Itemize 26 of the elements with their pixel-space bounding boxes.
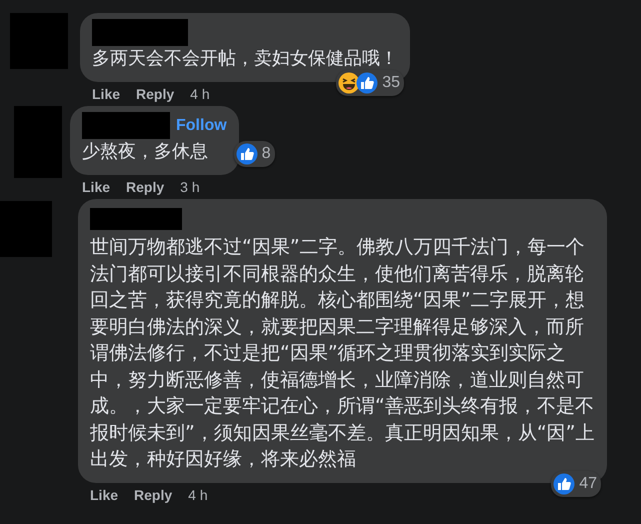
redacted-avatar — [0, 201, 52, 257]
thumbs-up-icon — [236, 143, 258, 165]
like-link[interactable]: Like — [82, 179, 110, 195]
reply-link[interactable]: Reply — [136, 86, 174, 102]
reaction-count: 47 — [579, 474, 597, 492]
comment-text: 世间万物都逃不过“因果”二字。佛教八万四千法门，每一个法门都可以接引不同根器的众生，使他们离苦得乐，脱离轮回之苦，获得究竟的解脱。核心都围绕“因果”二字展开，想要明白佛法的深义，就要把因果二字理解得足够深入，而所谓佛法修行，不过是把“因果”循环之理贯彻落实到实际之中，努力断恶修善，使福德增长，业障消除，道业则自然可成。，大家一定要牢记在心，所谓“善恶到头终有报，不是不报时候未到”，须知因果丝毫不差。真正明因知果，从“因”上出发，种好因好缘，将来必然福 — [90, 235, 595, 472]
timestamp: 4 h — [188, 486, 208, 502]
reply-link[interactable]: Reply — [134, 486, 172, 502]
timestamp: 3 h — [180, 179, 200, 195]
reply-link[interactable]: Reply — [126, 179, 164, 195]
follow-link[interactable]: Follow — [176, 116, 227, 134]
like-link[interactable]: Like — [90, 486, 118, 502]
reaction-badge[interactable]: 8 — [234, 141, 275, 167]
redacted-avatar — [14, 106, 62, 178]
comment-text: 少熬夜，多休息 — [82, 140, 209, 164]
like-link[interactable]: Like — [92, 86, 120, 102]
laughing-face-icon — [338, 72, 360, 94]
reaction-badge[interactable]: 35 — [336, 70, 404, 96]
reaction-badge[interactable]: 47 — [551, 470, 601, 496]
redacted-avatar — [10, 13, 68, 69]
comment-text: 多两天会不会开帖，卖妇女保健品哦！ — [92, 47, 398, 71]
reaction-count: 8 — [262, 145, 271, 163]
reaction-count: 35 — [382, 74, 400, 92]
thumbs-up-icon — [356, 72, 378, 94]
timestamp: 4 h — [190, 86, 210, 102]
thumbs-up-icon — [553, 472, 576, 494]
